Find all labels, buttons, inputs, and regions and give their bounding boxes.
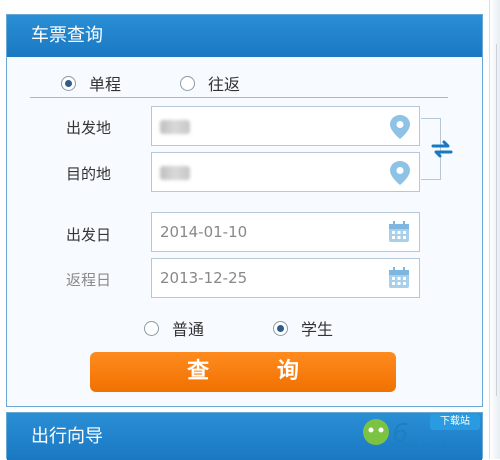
watermark-logo: 6 下载站 中国最安全的下载站 [352, 404, 482, 459]
watermark-text: 中国最安全的下载站 [392, 441, 455, 449]
radio-one-way-indicator[interactable] [61, 75, 76, 91]
calendar-icon[interactable] [387, 266, 411, 290]
radio-normal[interactable]: 普通 [144, 316, 204, 340]
search-button[interactable]: 查 询 [90, 352, 396, 392]
radio-normal-label: 普通 [172, 320, 205, 339]
destination-input[interactable] [151, 152, 420, 192]
redacted-text [160, 165, 190, 180]
divider [30, 97, 448, 98]
redacted-text [160, 119, 190, 134]
depart-date-label: 出发日 [66, 226, 112, 244]
depart-date-value: 2014-01-10 [160, 223, 248, 241]
destination-label: 目的地 [66, 165, 112, 183]
radio-student-label: 学生 [301, 320, 334, 339]
watermark-badge: 下载站 [430, 414, 480, 430]
radio-round-trip-label: 往返 [208, 75, 241, 94]
departure-input[interactable] [151, 106, 420, 146]
radio-one-way[interactable]: 单程 [61, 71, 121, 95]
location-pin-icon[interactable] [389, 160, 411, 186]
radio-student-indicator[interactable] [273, 320, 288, 336]
radio-student[interactable]: 学生 [273, 316, 333, 340]
panel-title: 车票查询 [7, 15, 482, 57]
return-date-input[interactable]: 2013-12-25 [151, 258, 420, 298]
radio-normal-indicator[interactable] [144, 320, 159, 336]
departure-label: 出发地 [66, 119, 112, 137]
radio-one-way-label: 单程 [89, 75, 122, 94]
depart-date-input[interactable]: 2014-01-10 [151, 212, 420, 252]
right-scroll-strip [489, 0, 500, 459]
return-date-value: 2013-12-25 [160, 269, 248, 287]
location-pin-icon[interactable] [389, 114, 411, 140]
return-date-label: 返程日 [66, 271, 112, 289]
radio-round-trip[interactable]: 往返 [180, 71, 240, 95]
radio-round-trip-indicator[interactable] [180, 75, 195, 91]
calendar-icon[interactable] [387, 220, 411, 244]
swap-icon[interactable] [430, 139, 454, 159]
